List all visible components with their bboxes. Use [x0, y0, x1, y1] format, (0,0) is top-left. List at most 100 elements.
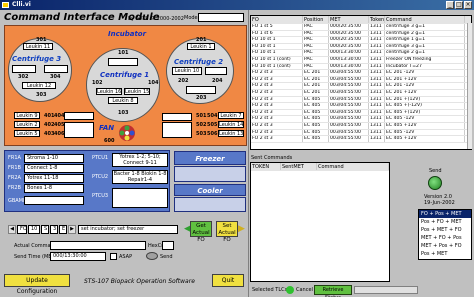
table-row[interactable]: FO 2 st 3 EC 201 003/04:55:00 1311 EC 201 -1… [251, 70, 471, 77]
row-id: FR2A [8, 175, 21, 181]
table-row[interactable]: FO 10 st 1 PAC 000/13:30:00 1311 centrifuge … [251, 50, 471, 57]
table-row[interactable]: FO 10 st 1 PAC 000/20:35:00 1311 centrifuge … [251, 43, 471, 51]
table-scrollbar[interactable] [467, 23, 472, 149]
send-toggle[interactable] [146, 252, 158, 260]
slot-304-field[interactable] [44, 65, 68, 73]
table-row[interactable]: FO 2 st 3 EC 405 003/04:55:00 1311 EC 405 +(… [251, 109, 471, 117]
row-value[interactable]: Bones 1-8 [24, 183, 84, 193]
slot-label[interactable]: Leukin 9 [14, 112, 40, 119]
slot-label[interactable]: Leukin 14 [218, 121, 244, 128]
table-row[interactable]: FO 2 st 3 EC 405 003/04:55:00 1311 EC 405 +1… [251, 136, 471, 143]
e-field[interactable]: E [59, 225, 67, 234]
table-row[interactable]: FO 2 st 3 EC 201 003/04:55:00 1311 EC 201 -1… [251, 83, 471, 90]
list-item[interactable]: MET + Pos + FO [419, 242, 471, 250]
slot-label[interactable]: Leukin 13 [218, 130, 244, 137]
set-actual-fo-button[interactable]: Set Actual FO [216, 221, 238, 243]
slot-502-field[interactable] [162, 122, 192, 138]
slot-label[interactable]: Leukin 11 [23, 43, 53, 50]
table-row[interactable]: FO 2 st 3 EC 405 003/04:55:00 1311 EC 405 +1… [251, 122, 471, 130]
table-cell: 1311 [369, 63, 385, 70]
table-row[interactable]: FO 10 st 1 (cont) PAC 000/13:30:00 1311 Free… [251, 56, 471, 64]
get-actual-fo-button[interactable]: Get Actual FO [190, 221, 212, 243]
retrieve-status-button[interactable]: Retrieve Status [314, 285, 352, 297]
slot-101-field[interactable] [108, 58, 138, 66]
table-cell: FO 2 st 3 [251, 103, 303, 109]
b-field[interactable]: 3 [50, 225, 58, 234]
left-arrow-icon[interactable]: ◀ [8, 225, 16, 234]
table-cell: EC 405 [303, 136, 329, 142]
list-item[interactable]: FO + Pos + MET [419, 210, 471, 218]
slot-label[interactable]: Leukin 12 [22, 82, 56, 89]
send-button[interactable] [428, 176, 442, 190]
slot-405-field[interactable] [64, 122, 94, 138]
actual-command-field[interactable] [50, 241, 146, 250]
table-row[interactable]: FO 10 st 1 (cont) PAC 000/13:30:00 1311 Incu… [251, 63, 471, 71]
s-field[interactable]: S [41, 225, 49, 234]
slot-label[interactable]: Leukin 16 [96, 88, 122, 95]
table-cell: centrifuge 2 g=1 [385, 50, 465, 56]
close-icon[interactable]: × [464, 1, 472, 9]
tlc-list[interactable]: FO + Pos + MET Pos + FO + MET Pos + MET … [418, 209, 472, 260]
table-cell: EC 201 [303, 89, 329, 96]
table-cell: 000/20:35:00 [329, 30, 369, 37]
ptcu1-field[interactable]: Yotrex 1-2; 5-10; Connect 9-11 [112, 153, 168, 167]
maximize-icon[interactable]: □ [455, 1, 463, 9]
table-cell: EC 201 +12V [385, 89, 465, 96]
row-value[interactable]: Stroma 1-10 [24, 153, 84, 163]
slot-label[interactable]: Leukin 7 [218, 112, 244, 119]
slot-501-field[interactable] [162, 113, 192, 121]
quit-button[interactable]: Quit [212, 274, 244, 287]
mode-field[interactable] [198, 13, 244, 22]
table-row[interactable]: FO 2 st 3 EC 405 003/04:55:00 1311 EC 405 +(… [251, 103, 471, 110]
right-arrow-icon[interactable]: ▶ [68, 225, 76, 234]
slot-label[interactable]: Leukin 15 [124, 88, 150, 95]
gbamb-field[interactable] [24, 196, 84, 205]
slot-302-field[interactable] [12, 65, 36, 73]
table-cell: FO 2 st 3 [251, 76, 303, 83]
table-row[interactable]: FO 1 st 5 PAC 000/20:35:00 1311 centrifuge 3… [251, 24, 471, 31]
table-row[interactable]: FO 2 st 3 EC 405 003/04:55:00 1311 EC 201 +(… [251, 96, 471, 104]
slot-label[interactable]: Leukin 8 [108, 97, 138, 104]
fo-table[interactable]: FO Position MET Token Command FO 1 st 5P… [250, 15, 472, 150]
table-cell: FO 1 st 5 [251, 24, 303, 30]
update-configuration-button[interactable]: Update Configuration [4, 274, 70, 295]
slot-204-field[interactable] [205, 67, 227, 75]
table-row[interactable]: FO 10 st 1 PAC 000/20:35:00 1311 centrifuge … [251, 37, 471, 44]
table-row[interactable]: FO 2 st 3 EC 405 003/04:55:00 1311 EC 405 -1… [251, 116, 471, 123]
table-cell: PAC [303, 30, 329, 37]
ptcu2-field[interactable]: Bacter 1-8 Biokin 1-8 Repair1-4 [112, 170, 168, 184]
minimize-icon[interactable]: _ [446, 1, 454, 9]
slot-label[interactable]: Leukin 1 [187, 43, 215, 50]
slot-label[interactable]: Leukin 10 [172, 67, 202, 75]
command-field[interactable]: set incubator; set freezer [78, 225, 178, 234]
slot-203-field[interactable] [186, 86, 216, 94]
list-item[interactable]: Pos + MET [419, 250, 471, 258]
hexcmd-field[interactable] [162, 241, 174, 250]
table-cell: 000/13:30:00 [329, 56, 369, 63]
slot-label[interactable]: Leukin 2 [14, 121, 40, 128]
ptcu3-field[interactable] [112, 188, 168, 208]
list-item[interactable]: Pos + FO + MET [419, 218, 471, 226]
table-cell: EC 405 +12V [385, 122, 465, 129]
slot-404-field[interactable] [64, 112, 94, 120]
list-item[interactable]: MET + FO + Pos [419, 234, 471, 242]
table-row[interactable]: FO 2 st 3 EC 405 003/04:55:00 1311 EC 405 -1… [251, 129, 471, 137]
fo-number-field[interactable]: 10 [28, 225, 40, 234]
row-value[interactable]: Yotrex 11-18 [24, 173, 84, 183]
asap-checkbox[interactable] [110, 253, 117, 260]
send-time-field[interactable]: 000/13:30:00 [50, 252, 106, 261]
table-cell: FO 2 st 3 [251, 116, 303, 122]
freezer-area [174, 166, 246, 182]
slot-600: 600 [104, 138, 115, 144]
table-row[interactable]: FO 1 st 6 PAC 000/20:35:00 1311 centrifuge 2… [251, 30, 471, 38]
list-item[interactable]: Pos + MET + FO [419, 226, 471, 234]
table-cell: 1311 [369, 122, 385, 129]
table-row[interactable]: FO 2 st 3 EC 201 003/04:55:00 1311 EC 201 +1… [251, 76, 471, 84]
table-cell: PAC [303, 43, 329, 50]
slot-label[interactable]: Leukin 5 [14, 130, 40, 137]
cancel-button[interactable]: Cancel [296, 287, 313, 293]
centrifuge-1-label: Centrifuge 1 [100, 71, 150, 79]
row-value[interactable]: Connect 1-8 [24, 163, 84, 173]
sent-commands-table[interactable]: TOKEN SentMET Command [250, 162, 390, 282]
table-row[interactable]: FO 2 st 3 EC 201 003/04:55:00 1311 EC 201 +1… [251, 89, 471, 97]
